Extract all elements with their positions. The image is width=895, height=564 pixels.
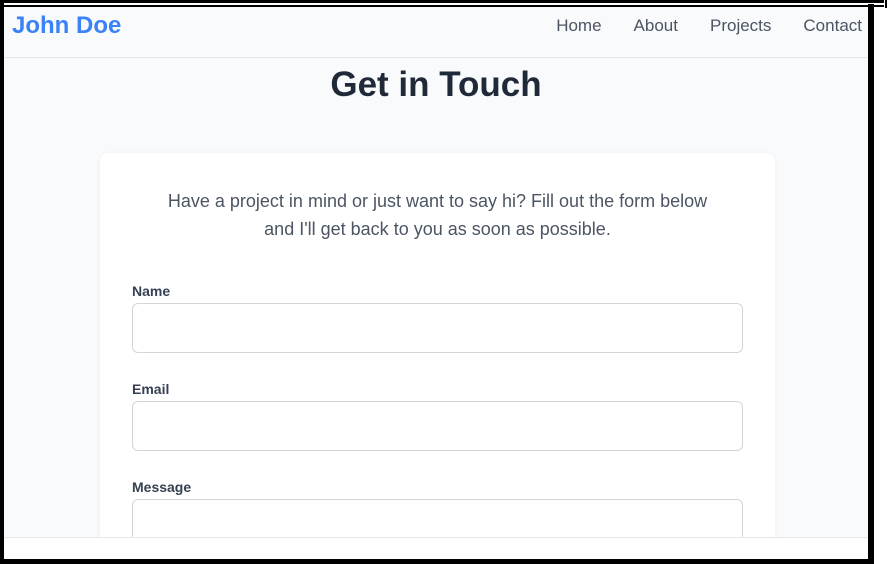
frame-edge-right-thin <box>885 0 887 8</box>
name-label: Name <box>132 283 171 299</box>
contact-form-card: Have a project in mind or just want to s… <box>100 153 775 537</box>
frame-edge-top-gap <box>0 3 884 5</box>
nav-link-projects[interactable]: Projects <box>710 16 771 36</box>
screenshot-frame: John Doe Home About Projects Contact Get… <box>0 0 895 564</box>
nav-link-contact[interactable]: Contact <box>803 16 862 36</box>
brand-logo-link[interactable]: John Doe <box>12 13 121 39</box>
nav-link-home[interactable]: Home <box>556 16 601 36</box>
email-input[interactable] <box>132 401 743 451</box>
intro-line-1: Have a project in mind or just want to s… <box>167 191 708 211</box>
message-label: Message <box>132 479 192 495</box>
message-textarea[interactable] <box>132 499 743 537</box>
frame-edge-bottom <box>0 559 874 564</box>
intro-text: Have a project in mind or just want to s… <box>100 187 775 243</box>
email-label: Email <box>132 381 170 397</box>
frame-edge-right <box>868 4 874 560</box>
nav-link-about[interactable]: About <box>634 16 678 36</box>
browser-viewport: John Doe Home About Projects Contact Get… <box>4 7 868 537</box>
navbar: John Doe Home About Projects Contact <box>4 7 868 58</box>
name-input[interactable] <box>132 303 743 353</box>
intro-line-2: and I'll get back to you as soon as poss… <box>264 219 611 239</box>
nav-links: Home About Projects Contact <box>556 16 862 36</box>
bottom-strip <box>4 537 868 559</box>
page-title: Get in Touch <box>330 65 542 104</box>
